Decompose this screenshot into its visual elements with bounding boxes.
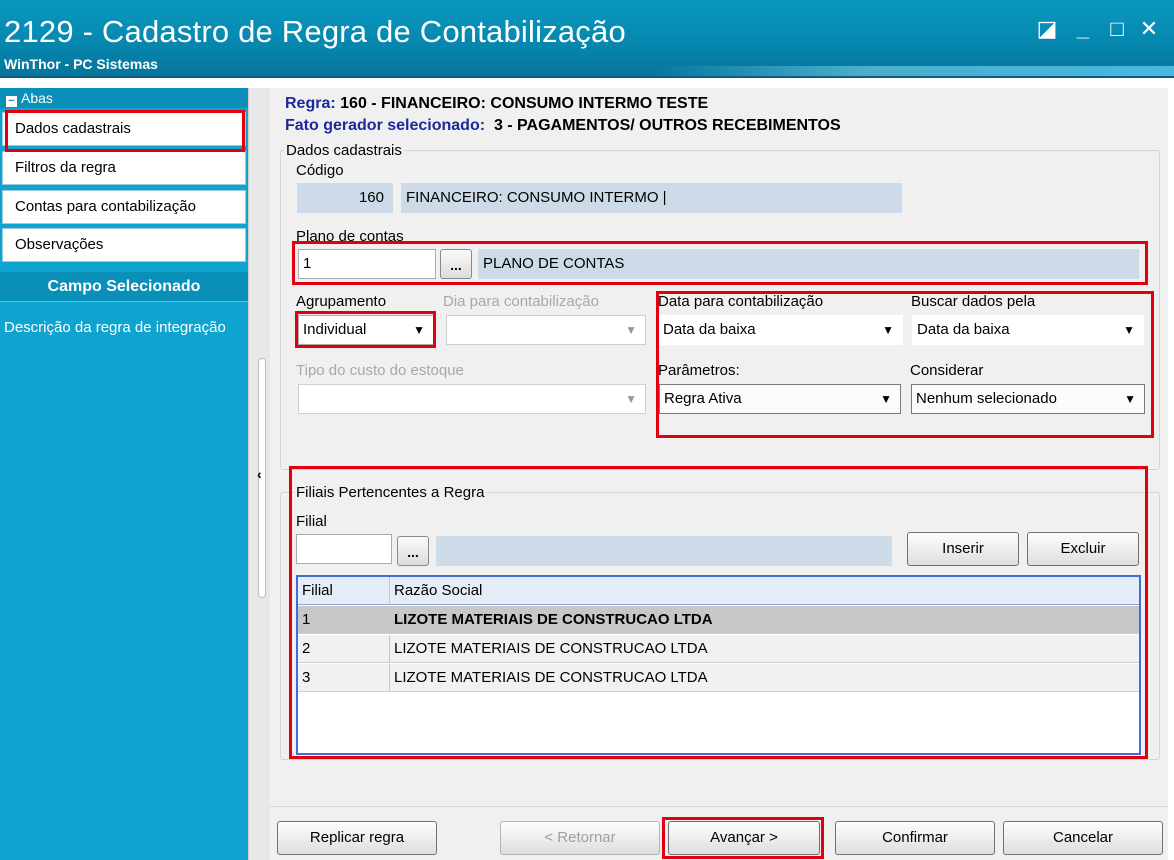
highlight-dados-cadastrais xyxy=(5,110,245,152)
title-bar-decoration xyxy=(654,66,1174,76)
highlight-avancar xyxy=(662,817,824,859)
highlight-filiais xyxy=(289,466,1148,759)
fato-gerador-label: Fato gerador selecionado: xyxy=(285,117,486,134)
abas-header-label: Abas xyxy=(21,90,53,106)
title-bar: 2129 - Cadastro de Regra de Contabilizaç… xyxy=(0,0,1174,78)
restore-icon[interactable]: ◪ xyxy=(1034,16,1060,42)
regra-value: 160 - FINANCEIRO: CONSUMO INTERMO TESTE xyxy=(340,95,709,112)
dados-cadastrais-title: Dados cadastrais xyxy=(284,142,404,159)
codigo-label: Código xyxy=(296,162,344,179)
fato-gerador-value: 3 - PAGAMENTOS/ OUTROS RECEBIMENTOS xyxy=(493,117,841,134)
regra-label: Regra: xyxy=(285,95,336,112)
chevron-down-icon: ▼ xyxy=(625,323,637,337)
retornar-button[interactable]: < Retornar xyxy=(500,821,660,855)
minimize-icon[interactable]: _ xyxy=(1070,16,1096,42)
collapse-minus-icon[interactable]: − xyxy=(6,96,17,107)
sidebar-item-contas-para-contabilizacao[interactable]: Contas para contabilização xyxy=(2,190,246,224)
dia-contabilizacao-label: Dia para contabilização xyxy=(443,293,599,310)
maximize-icon[interactable]: □ xyxy=(1104,16,1130,42)
close-icon[interactable]: ✕ xyxy=(1136,16,1162,42)
campo-selecionado-text: Descrição da regra de integração xyxy=(4,319,226,336)
panel-splitter[interactable]: ‹ xyxy=(248,88,270,860)
highlight-data-parametros xyxy=(656,291,1154,438)
tipo-custo-label: Tipo do custo do estoque xyxy=(296,362,464,379)
codigo-field[interactable]: 160 xyxy=(297,183,393,213)
highlight-agrupamento xyxy=(295,311,436,348)
sidebar: − Abas Dados cadastrais Filtros da regra … xyxy=(0,88,248,860)
collapse-arrow-icon[interactable]: ‹ xyxy=(257,466,262,482)
tipo-custo-select: ▼ xyxy=(298,384,646,414)
sidebar-item-filtros-da-regra[interactable]: Filtros da regra xyxy=(2,151,246,185)
window-title: 2129 - Cadastro de Regra de Contabilizaç… xyxy=(4,14,626,49)
abas-header[interactable]: − Abas xyxy=(0,88,248,108)
dia-contabilizacao-select: ▼ xyxy=(446,315,646,345)
cancelar-button[interactable]: Cancelar xyxy=(1003,821,1163,855)
campo-selecionado-header: Campo Selecionado xyxy=(0,272,248,302)
rule-info: Regra: 160 - FINANCEIRO: CONSUMO INTERMO… xyxy=(285,93,841,137)
footer-separator xyxy=(270,806,1168,807)
sidebar-item-observacoes[interactable]: Observações xyxy=(2,228,246,262)
chevron-down-icon: ▼ xyxy=(625,392,637,406)
replicar-regra-button[interactable]: Replicar regra xyxy=(277,821,437,855)
window-subtitle: WinThor - PC Sistemas xyxy=(4,56,158,72)
agrupamento-label: Agrupamento xyxy=(296,293,387,310)
highlight-plano-de-contas xyxy=(292,241,1148,285)
confirmar-button[interactable]: Confirmar xyxy=(835,821,995,855)
descricao-field[interactable]: FINANCEIRO: CONSUMO INTERMO | xyxy=(401,183,902,213)
